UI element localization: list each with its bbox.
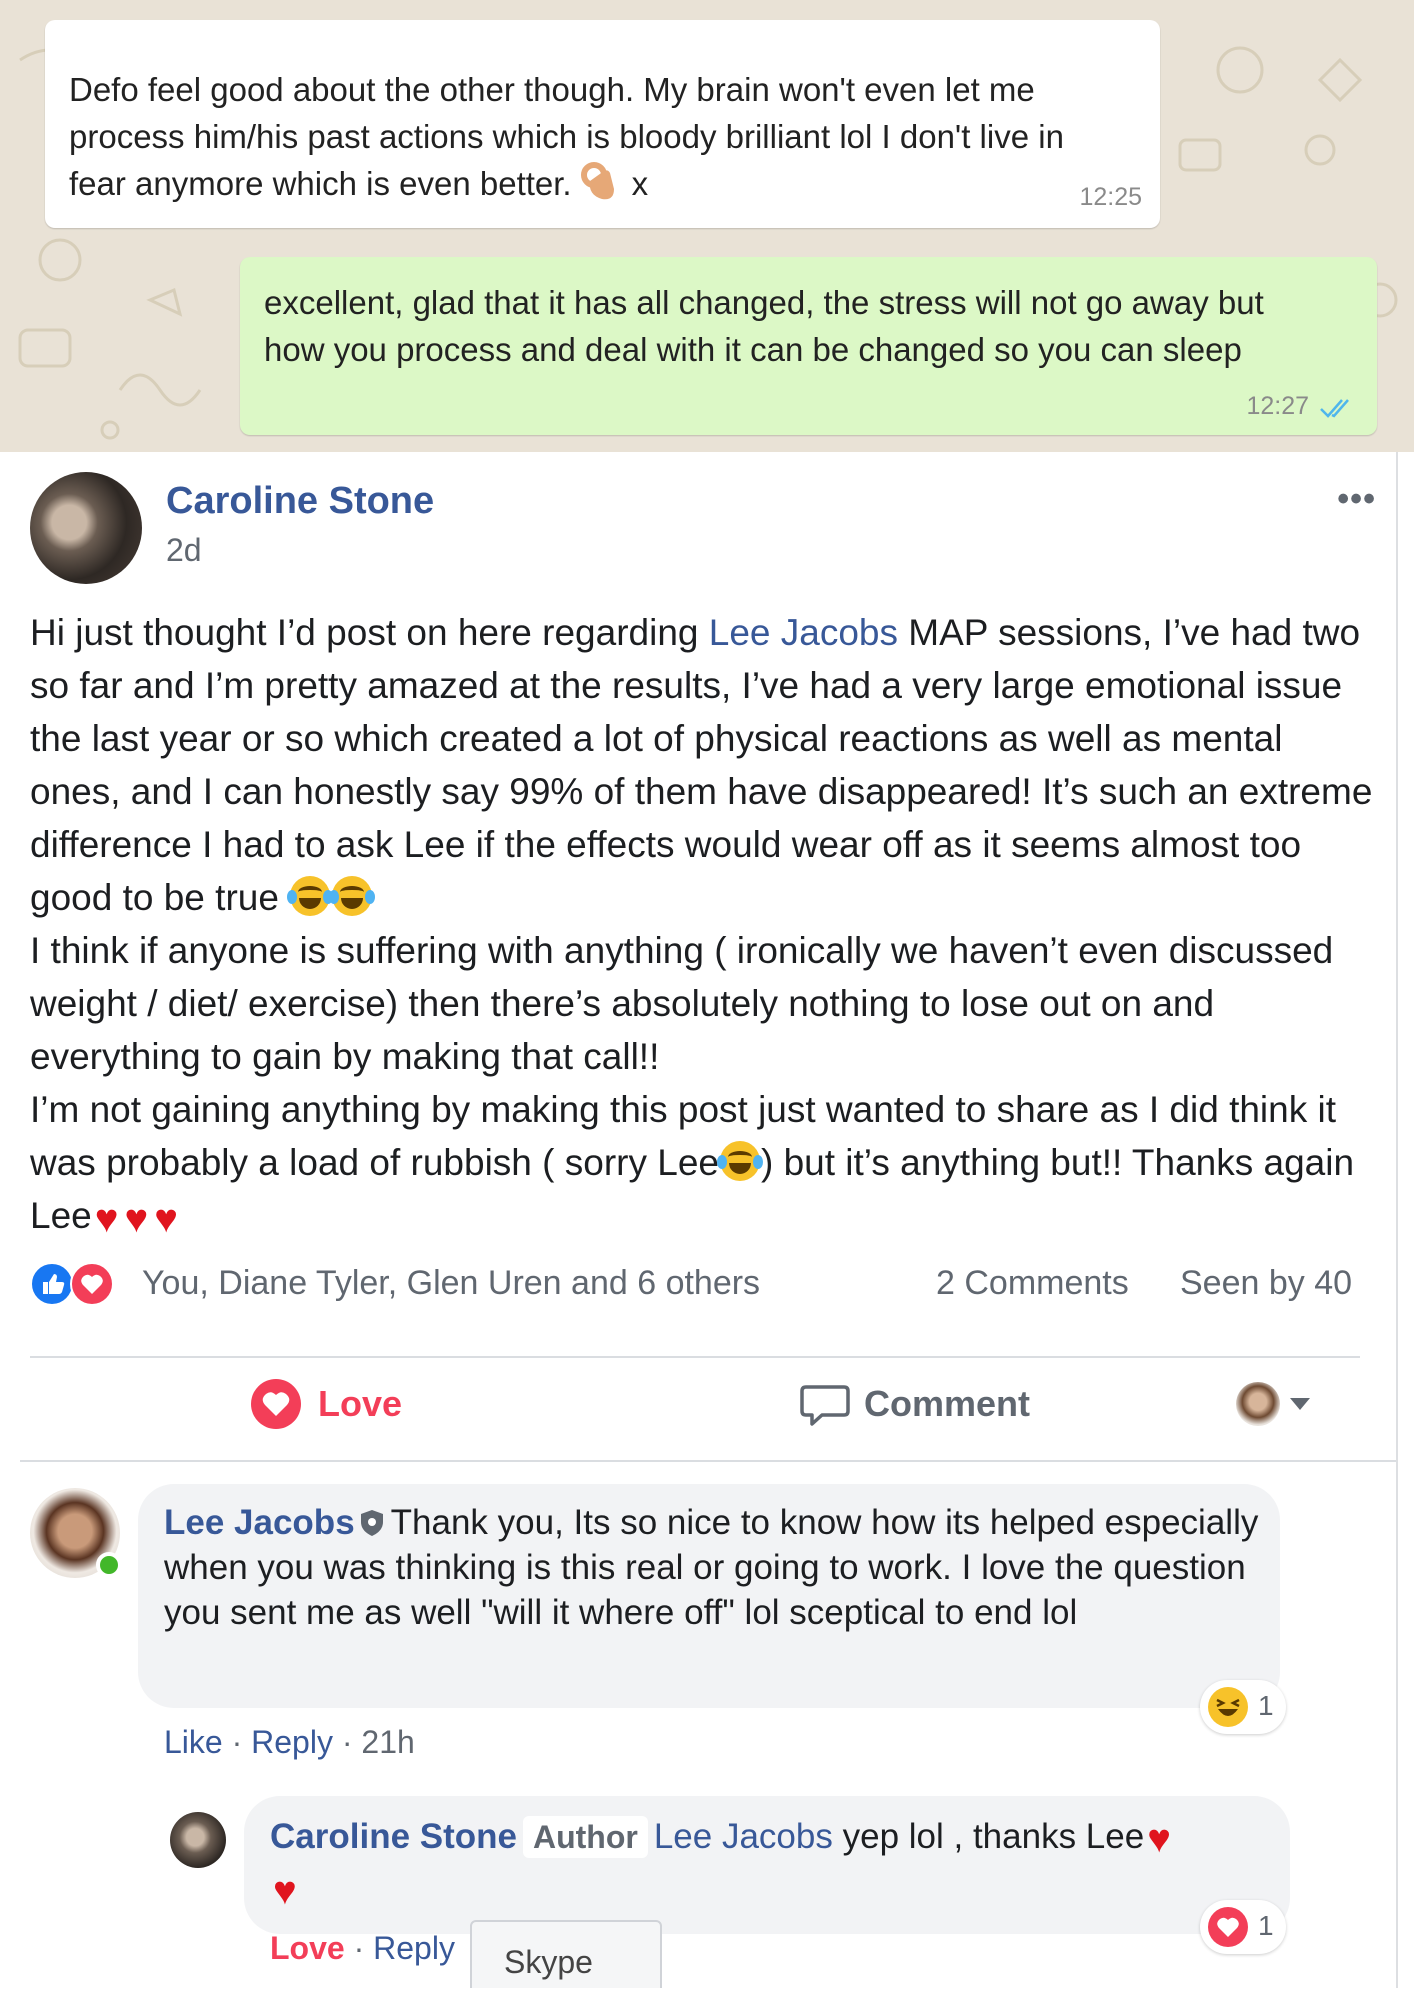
crop-edge bbox=[0, 1988, 1414, 2000]
love-link[interactable]: Love bbox=[270, 1930, 345, 1966]
post-timestamp[interactable]: 2d bbox=[166, 532, 202, 569]
post-text: MAP sessions, I’ve had two so far and I’… bbox=[30, 612, 1373, 918]
comment-icon bbox=[800, 1385, 850, 1426]
reaction-count: 1 bbox=[1258, 1910, 1274, 1941]
reply-text: Caroline Stone Author Lee Jacobs yep lol ,… bbox=[270, 1812, 1270, 1916]
comment-actions: Like · Reply · 21h bbox=[164, 1724, 415, 1761]
love-icon bbox=[251, 1379, 301, 1429]
mention-lee-jacobs[interactable]: Lee Jacobs bbox=[709, 612, 898, 653]
post-text: Hi just thought I’d post on here regardi… bbox=[30, 612, 709, 653]
more-options-icon[interactable]: ••• bbox=[1337, 480, 1376, 519]
online-status-indicator bbox=[96, 1552, 122, 1578]
admin-shield-icon bbox=[360, 1510, 383, 1536]
reaction-icons[interactable] bbox=[30, 1262, 130, 1306]
comment-button-label: Comment bbox=[864, 1383, 1031, 1424]
reply-body: yep lol , thanks Lee bbox=[832, 1817, 1145, 1856]
ok-hand-emoji-icon bbox=[580, 161, 618, 213]
red-heart-icon: ♥ bbox=[94, 1197, 119, 1241]
comments-count[interactable]: 2 Comments bbox=[936, 1264, 1129, 1303]
reply-link[interactable]: Reply bbox=[251, 1724, 333, 1760]
reply-bubble: Caroline Stone Author Lee Jacobs yep lol ,… bbox=[244, 1796, 1290, 1934]
incoming-message: Defo feel good about the other though. M… bbox=[45, 20, 1160, 228]
comment-reaction-count[interactable]: 1 bbox=[1200, 1680, 1286, 1734]
comment-button[interactable]: Comment bbox=[800, 1376, 1030, 1432]
tears-of-joy-emoji-icon bbox=[287, 876, 334, 916]
double-check-read-icon bbox=[1320, 399, 1349, 418]
red-heart-icon: ♥ bbox=[154, 1197, 178, 1241]
tears-of-joy-emoji-icon bbox=[716, 1141, 763, 1181]
outgoing-message: excellent, glad that it has all changed,… bbox=[240, 257, 1377, 435]
reply-actions: Love · Reply bbox=[270, 1930, 455, 1967]
comment-bubble: Lee Jacobs Thank you, Its so nice to know… bbox=[138, 1484, 1280, 1708]
whatsapp-chat: Defo feel good about the other though. M… bbox=[0, 0, 1414, 452]
red-heart-icon: ♥ bbox=[1147, 1817, 1171, 1861]
love-reaction-icon bbox=[1208, 1907, 1248, 1947]
comment-timestamp[interactable]: 21h bbox=[361, 1724, 414, 1760]
love-button-label: Love bbox=[318, 1383, 403, 1424]
reactions-summary: You, Diane Tyler, Glen Uren and 6 others… bbox=[30, 1262, 1360, 1306]
mention-lee-jacobs[interactable]: Lee Jacobs bbox=[654, 1817, 833, 1856]
chevron-down-icon bbox=[1290, 1398, 1310, 1410]
reaction-count: 1 bbox=[1258, 1690, 1274, 1721]
red-heart-icon: ♥ bbox=[124, 1197, 149, 1241]
love-reaction-icon bbox=[70, 1262, 114, 1306]
author-avatar[interactable] bbox=[30, 472, 142, 584]
post-text: I think if anyone is suffering with anyt… bbox=[30, 930, 1334, 1077]
facebook-post: Caroline Stone 2d ••• Hi just thought I’… bbox=[0, 452, 1414, 2000]
post-as-selector[interactable] bbox=[1236, 1382, 1310, 1426]
outgoing-timestamp: 12:27 bbox=[1246, 392, 1309, 420]
red-heart-icon: ♥ bbox=[273, 1869, 297, 1913]
tears-of-joy-emoji-icon bbox=[329, 876, 376, 916]
separator: · bbox=[332, 1724, 362, 1760]
post-body: Hi just thought I’d post on here regardi… bbox=[30, 606, 1380, 1246]
like-reaction-icon bbox=[30, 1262, 74, 1306]
incoming-text-tail: x bbox=[631, 165, 649, 202]
reply-author-avatar[interactable] bbox=[170, 1812, 226, 1868]
incoming-text: Defo feel good about the other though. M… bbox=[69, 71, 1064, 202]
haha-reaction-icon bbox=[1208, 1687, 1248, 1727]
reactors-list[interactable]: You, Diane Tyler, Glen Uren and 6 others bbox=[142, 1264, 760, 1303]
post-author-name[interactable]: Caroline Stone bbox=[166, 480, 434, 523]
like-link[interactable]: Like bbox=[164, 1724, 223, 1760]
reply-reaction-count[interactable]: 1 bbox=[1200, 1900, 1286, 1954]
reply-author-name[interactable]: Caroline Stone bbox=[270, 1817, 517, 1856]
incoming-message-text: Defo feel good about the other though. M… bbox=[69, 66, 1149, 213]
comment-text: Lee Jacobs Thank you, Its so nice to know… bbox=[164, 1500, 1264, 1635]
incoming-timestamp: 12:25 bbox=[1079, 183, 1142, 211]
comment-author-name[interactable]: Lee Jacobs bbox=[164, 1503, 355, 1542]
reply-link[interactable]: Reply bbox=[373, 1930, 455, 1966]
separator: · bbox=[344, 1930, 374, 1966]
skype-tooltip-label: Skype bbox=[504, 1944, 593, 1980]
current-user-avatar bbox=[1236, 1382, 1280, 1426]
author-badge: Author bbox=[522, 1816, 648, 1858]
divider bbox=[20, 1460, 1396, 1462]
divider bbox=[30, 1356, 1360, 1358]
skype-tooltip[interactable]: Skype bbox=[470, 1920, 662, 1994]
outgoing-message-text: excellent, glad that it has all changed,… bbox=[264, 284, 1264, 368]
love-button[interactable]: Love bbox=[250, 1376, 402, 1432]
seen-by-count[interactable]: Seen by 40 bbox=[1180, 1264, 1352, 1303]
separator: · bbox=[222, 1724, 252, 1760]
